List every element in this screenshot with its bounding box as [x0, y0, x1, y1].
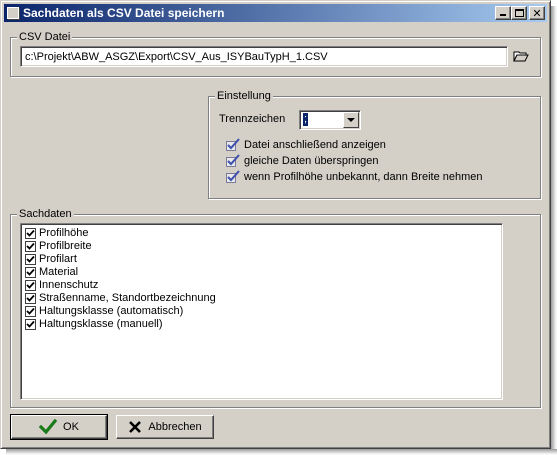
separator-label: Trennzeichen: [219, 113, 286, 125]
check-icon: [26, 255, 35, 263]
list-item[interactable]: Innenschutz: [25, 279, 502, 292]
maximize-button[interactable]: [511, 6, 527, 20]
checkbox[interactable]: [25, 280, 36, 291]
check-icon: [226, 154, 240, 167]
check-icon: [26, 294, 35, 302]
csv-file-group-label: CSV Datei: [17, 30, 73, 44]
checkbox[interactable]: [25, 293, 36, 304]
dialog-window: Sachdaten als CSV Datei speichern ✕ CSV …: [0, 0, 551, 449]
option-show-file-label: Datei anschließend anzeigen: [244, 138, 386, 151]
separator-select[interactable]: ;: [299, 110, 361, 130]
title-bar[interactable]: Sachdaten als CSV Datei speichern ✕: [4, 4, 547, 22]
list-item-label: Profilbreite: [39, 240, 92, 252]
list-item-label: Material: [39, 266, 79, 278]
x-icon: [129, 421, 142, 433]
checkbox[interactable]: [25, 306, 36, 317]
checkbox[interactable]: [25, 254, 36, 265]
check-icon: [226, 170, 240, 183]
check-icon: [26, 242, 35, 250]
checkbox[interactable]: [25, 267, 36, 278]
maximize-icon: [514, 9, 524, 17]
list-item-label: Haltungsklasse (automatisch): [39, 305, 184, 317]
attribute-list[interactable]: Profilhöhe Profilbreite Profilart Materi…: [20, 223, 503, 400]
check-icon: [26, 307, 35, 315]
list-item[interactable]: Profilhöhe: [25, 227, 502, 240]
minimize-icon: [500, 14, 506, 16]
title-buttons: ✕: [495, 6, 545, 20]
list-item-label: Innenschutz: [39, 279, 99, 291]
checkbox[interactable]: [25, 228, 36, 239]
option-skip-duplicates-label: gleiche Daten überspringen: [244, 154, 379, 167]
list-item[interactable]: Profilbreite: [25, 240, 502, 253]
browse-button[interactable]: [512, 48, 530, 64]
checkmark-icon: [39, 419, 58, 435]
check-icon: [226, 138, 240, 151]
list-item-label: Haltungsklasse (manuell): [39, 318, 163, 330]
list-item[interactable]: Haltungsklasse (automatisch): [25, 305, 502, 318]
attribute-data-group-label: Sachdaten: [17, 207, 74, 221]
list-item[interactable]: Straßenname, Standortbezeichnung: [25, 292, 502, 305]
check-icon: [26, 320, 35, 328]
ok-button[interactable]: OK: [10, 414, 108, 440]
list-item-label: Profilhöhe: [39, 227, 89, 239]
ok-button-label: OK: [63, 421, 79, 433]
settings-group-label: Einstellung: [215, 89, 273, 103]
check-icon: [26, 281, 35, 289]
chevron-down-icon: [347, 118, 355, 122]
window-title: Sachdaten als CSV Datei speichern: [23, 6, 225, 20]
list-item[interactable]: Profilart: [25, 253, 502, 266]
cancel-button-label: Abbrechen: [148, 421, 202, 433]
list-item-label: Profilart: [39, 253, 77, 265]
folder-open-icon: [513, 51, 529, 61]
checkbox[interactable]: [25, 319, 36, 330]
csv-path-input[interactable]: [20, 46, 508, 67]
close-icon: ✕: [532, 6, 542, 20]
list-item[interactable]: Material: [25, 266, 502, 279]
minimize-button[interactable]: [495, 6, 511, 20]
close-button[interactable]: ✕: [529, 6, 545, 20]
cancel-button[interactable]: Abbrechen: [116, 415, 214, 439]
checkbox[interactable]: [25, 241, 36, 252]
check-icon: [26, 268, 35, 276]
app-icon: [7, 7, 19, 19]
separator-dropdown-button[interactable]: [343, 112, 359, 128]
option-show-file[interactable]: Datei anschließend anzeigen: [226, 137, 386, 152]
list-item-label: Straßenname, Standortbezeichnung: [39, 292, 216, 304]
separator-value: ;: [303, 113, 309, 126]
option-use-width-label: wenn Profilhöhe unbekannt, dann Breite n…: [244, 170, 483, 183]
option-use-width[interactable]: wenn Profilhöhe unbekannt, dann Breite n…: [226, 169, 483, 184]
check-icon: [26, 229, 35, 237]
option-skip-duplicates[interactable]: gleiche Daten überspringen: [226, 153, 379, 168]
list-item[interactable]: Haltungsklasse (manuell): [25, 318, 502, 331]
